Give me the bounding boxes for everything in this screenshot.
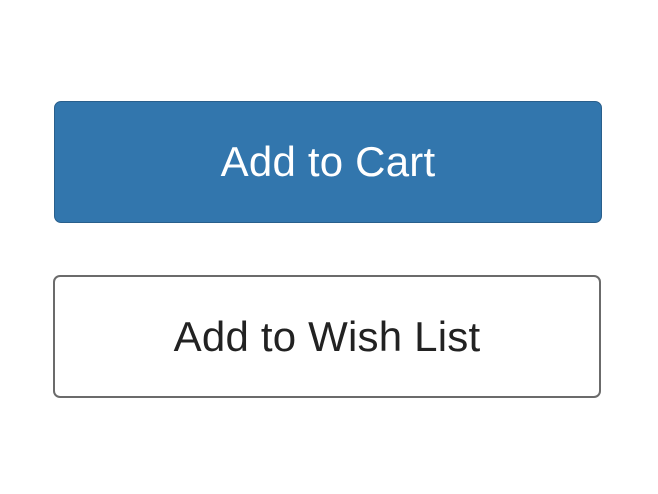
add-to-wish-list-button[interactable]: Add to Wish List (53, 275, 601, 398)
product-actions: Add to Cart Add to Wish List (0, 0, 658, 494)
add-to-cart-button[interactable]: Add to Cart (54, 101, 602, 223)
